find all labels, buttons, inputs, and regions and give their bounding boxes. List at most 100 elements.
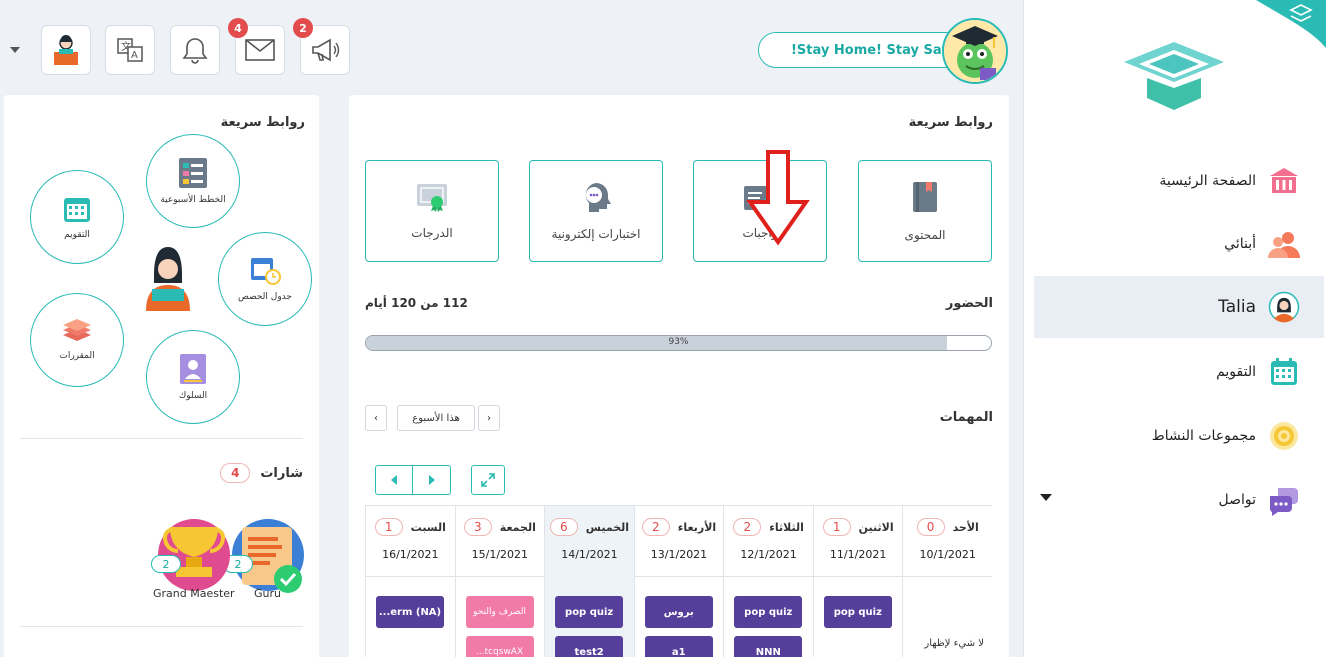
content-card[interactable]: المحتوى	[858, 160, 992, 262]
school-icon	[1268, 165, 1300, 197]
quick-link-calendar[interactable]: التقويم	[30, 170, 124, 264]
next-week-button[interactable]: ›	[478, 405, 500, 431]
day-header: الاثنين 1	[814, 518, 903, 536]
main-panel: روابط سريعة المحتوى واجبات اختبارات إلكت…	[349, 95, 1009, 657]
mascot-avatar-icon	[942, 18, 1008, 84]
grand-maester-badge-label: Grand Maester	[153, 587, 235, 600]
day-date: 13/1/2021	[650, 548, 708, 561]
day-name: الجمعة	[499, 520, 536, 534]
prev-week-button[interactable]: ‹	[365, 405, 387, 431]
day-name: الخميس	[585, 520, 630, 534]
sidebar-item-calendar[interactable]: التقويم	[1034, 341, 1324, 403]
sidebar-item-label: الصفحة الرئيسية	[1159, 173, 1256, 189]
sidebar-item-talia[interactable]: Talia	[1034, 276, 1324, 338]
quick-link-weekly-plans[interactable]: الخطط الأسبوعية	[146, 134, 240, 228]
logo-icon	[1124, 42, 1224, 110]
task-item[interactable]: ...tcqswAX	[465, 636, 534, 657]
children-icon	[1268, 228, 1300, 260]
day-name: الثلاثاء	[769, 520, 804, 534]
sidebar-item-label: مجموعات النشاط	[1151, 428, 1256, 444]
grades-card[interactable]: الدرجات	[365, 160, 499, 262]
calendar-icon	[1268, 356, 1300, 388]
task-item[interactable]: pop quiz	[734, 596, 803, 628]
announcements-badge: 2	[293, 18, 313, 38]
quick-link-label: المقررات	[59, 351, 95, 361]
day-column: الجمعة 3 15/1/2021 الصرف والنحو ...tcqswAX	[454, 506, 545, 657]
quick-link-label: التقويم	[64, 230, 90, 240]
chat-icon	[1268, 484, 1300, 516]
chevron-down-icon[interactable]	[1040, 494, 1052, 501]
sidebar-item-communication[interactable]: تواصل	[1034, 469, 1324, 531]
calendar-next-button[interactable]	[413, 466, 450, 494]
day-task-count: 1	[374, 518, 403, 536]
announcements-button[interactable]: 2	[293, 18, 350, 75]
task-item[interactable]: pop quiz	[823, 596, 892, 628]
sidebar-item-children[interactable]: أبنائي	[1034, 213, 1324, 275]
card-label: المحتوى	[904, 228, 946, 242]
panel-title: روابط سريعة	[220, 115, 305, 130]
expand-calendar-button[interactable]	[471, 465, 505, 495]
user-menu-chevron-icon[interactable]	[10, 47, 20, 53]
sidebar-item-label: التقويم	[1216, 364, 1256, 380]
badges-count: 4	[220, 463, 251, 483]
quick-link-courses[interactable]: المقررات	[30, 293, 124, 387]
messages-button[interactable]: 4	[228, 18, 285, 75]
sidebar-item-label: أبنائي	[1224, 236, 1256, 252]
corner-ribbon-icon	[1256, 0, 1326, 48]
task-item[interactable]: pop quiz	[555, 596, 624, 628]
attendance-progress-bar: 93%	[365, 335, 992, 351]
chevron-right-icon: ›	[487, 412, 491, 424]
sidebar-item-activity-groups[interactable]: مجموعات النشاط	[1034, 405, 1324, 467]
quick-link-behavior[interactable]: السلوك	[146, 330, 240, 424]
day-header: الأربعاء 2	[635, 518, 724, 536]
stay-home-banner: !Stay Home! Stay Safe	[758, 32, 973, 68]
behavior-icon	[180, 354, 206, 384]
books-icon	[63, 319, 91, 341]
notifications-button[interactable]	[170, 25, 220, 75]
task-item[interactable]: NNN	[734, 636, 803, 657]
svg-text:A: A	[131, 50, 138, 61]
task-item[interactable]: test2	[555, 636, 624, 657]
attendance-value: 112 من 120 أيام	[365, 296, 468, 310]
task-item[interactable]: a1	[644, 636, 713, 657]
calendar-prev-button[interactable]	[376, 466, 414, 494]
day-date: 14/1/2021	[561, 548, 618, 561]
day-header: الجمعة 3	[456, 518, 545, 536]
day-name: الاثنين	[858, 520, 894, 534]
book-icon	[913, 182, 937, 212]
online-exams-card[interactable]: اختبارات إلكترونية	[529, 160, 663, 262]
badges-header: شارات 4	[220, 463, 303, 483]
day-column: الاثنين 1 11/1/2021 pop quiz	[812, 506, 903, 657]
divider	[20, 438, 303, 439]
empty-day-text: لا شيء لإظهار	[924, 638, 984, 649]
day-task-count: 0	[916, 518, 945, 536]
teacher-avatar-icon	[54, 35, 78, 65]
certificate-icon	[417, 184, 447, 212]
quick-link-timetable[interactable]: جدول الحصص	[218, 232, 312, 326]
sidebar-item-home[interactable]: الصفحة الرئيسية	[1034, 150, 1324, 212]
day-task-count: 2	[641, 518, 670, 536]
red-arrow-down-icon	[746, 150, 810, 246]
activity-icon	[1268, 420, 1300, 452]
calendar-nav-group	[375, 465, 451, 495]
sidebar-item-label: تواصل	[1218, 492, 1256, 508]
day-date: 11/1/2021	[829, 548, 887, 561]
day-header: الأحد 0	[903, 518, 992, 536]
profile-button[interactable]	[41, 25, 91, 75]
calendar-icon	[64, 198, 90, 222]
day-task-count: 2	[733, 518, 762, 536]
task-item[interactable]: الصرف والنحو	[465, 596, 534, 628]
divider	[20, 626, 303, 627]
this-week-button[interactable]: هذا الأسبوع	[397, 405, 475, 431]
day-date: 10/1/2021	[919, 548, 976, 561]
day-column: الخميس 6 14/1/2021 pop quiz test2	[544, 506, 634, 657]
card-label: اختبارات إلكترونية	[551, 227, 641, 241]
week-calendar: الأحد 0 10/1/2021 لا شيء لإظهار الاثنين 1 11/1…	[365, 505, 992, 657]
weekly-plan-icon	[179, 158, 207, 188]
task-item[interactable]: بروس	[644, 596, 713, 628]
task-item[interactable]: ...erm (NA)	[376, 596, 444, 628]
day-date: 12/1/2021	[740, 548, 797, 561]
day-task-count: 1	[822, 518, 851, 536]
day-name: السبت	[410, 520, 446, 534]
language-button[interactable]: 文A	[105, 25, 155, 75]
